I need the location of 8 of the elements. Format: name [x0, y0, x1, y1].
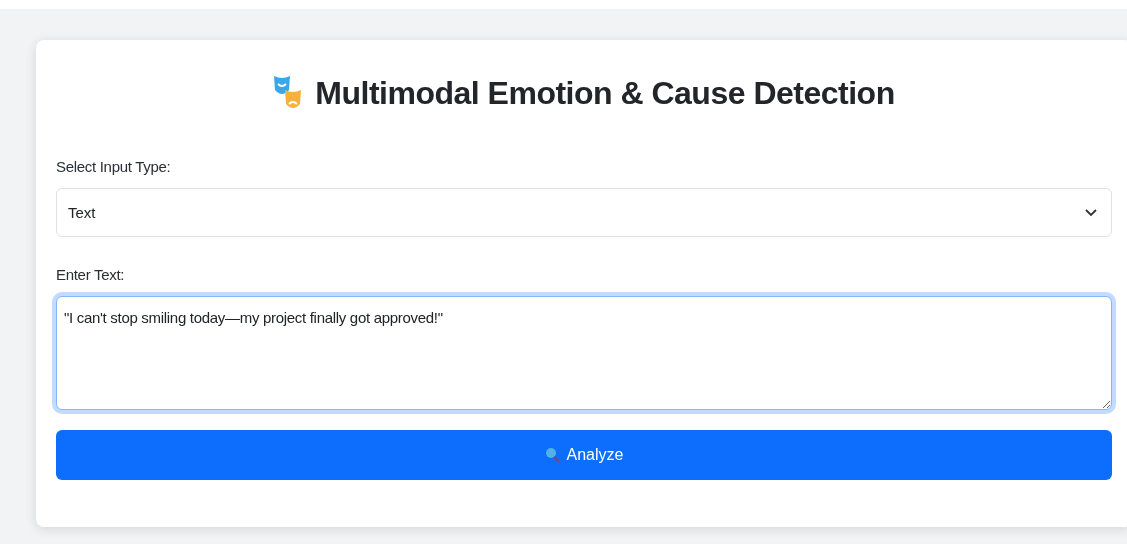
magnifier-icon [544, 446, 561, 464]
field-label: Select Input Type: [56, 158, 172, 175]
chevron-down-icon [1085, 208, 1097, 217]
analyze-button[interactable]: Analyze [56, 430, 1112, 480]
text-input-field[interactable]: "I can't stop smiling today—my project finally got approved!" [56, 296, 1112, 410]
input-type-select[interactable]: Text [56, 188, 1112, 237]
field-label: Enter Text: [56, 266, 126, 283]
page-title: Multimodal Emotion & Cause Detection [315, 74, 895, 112]
